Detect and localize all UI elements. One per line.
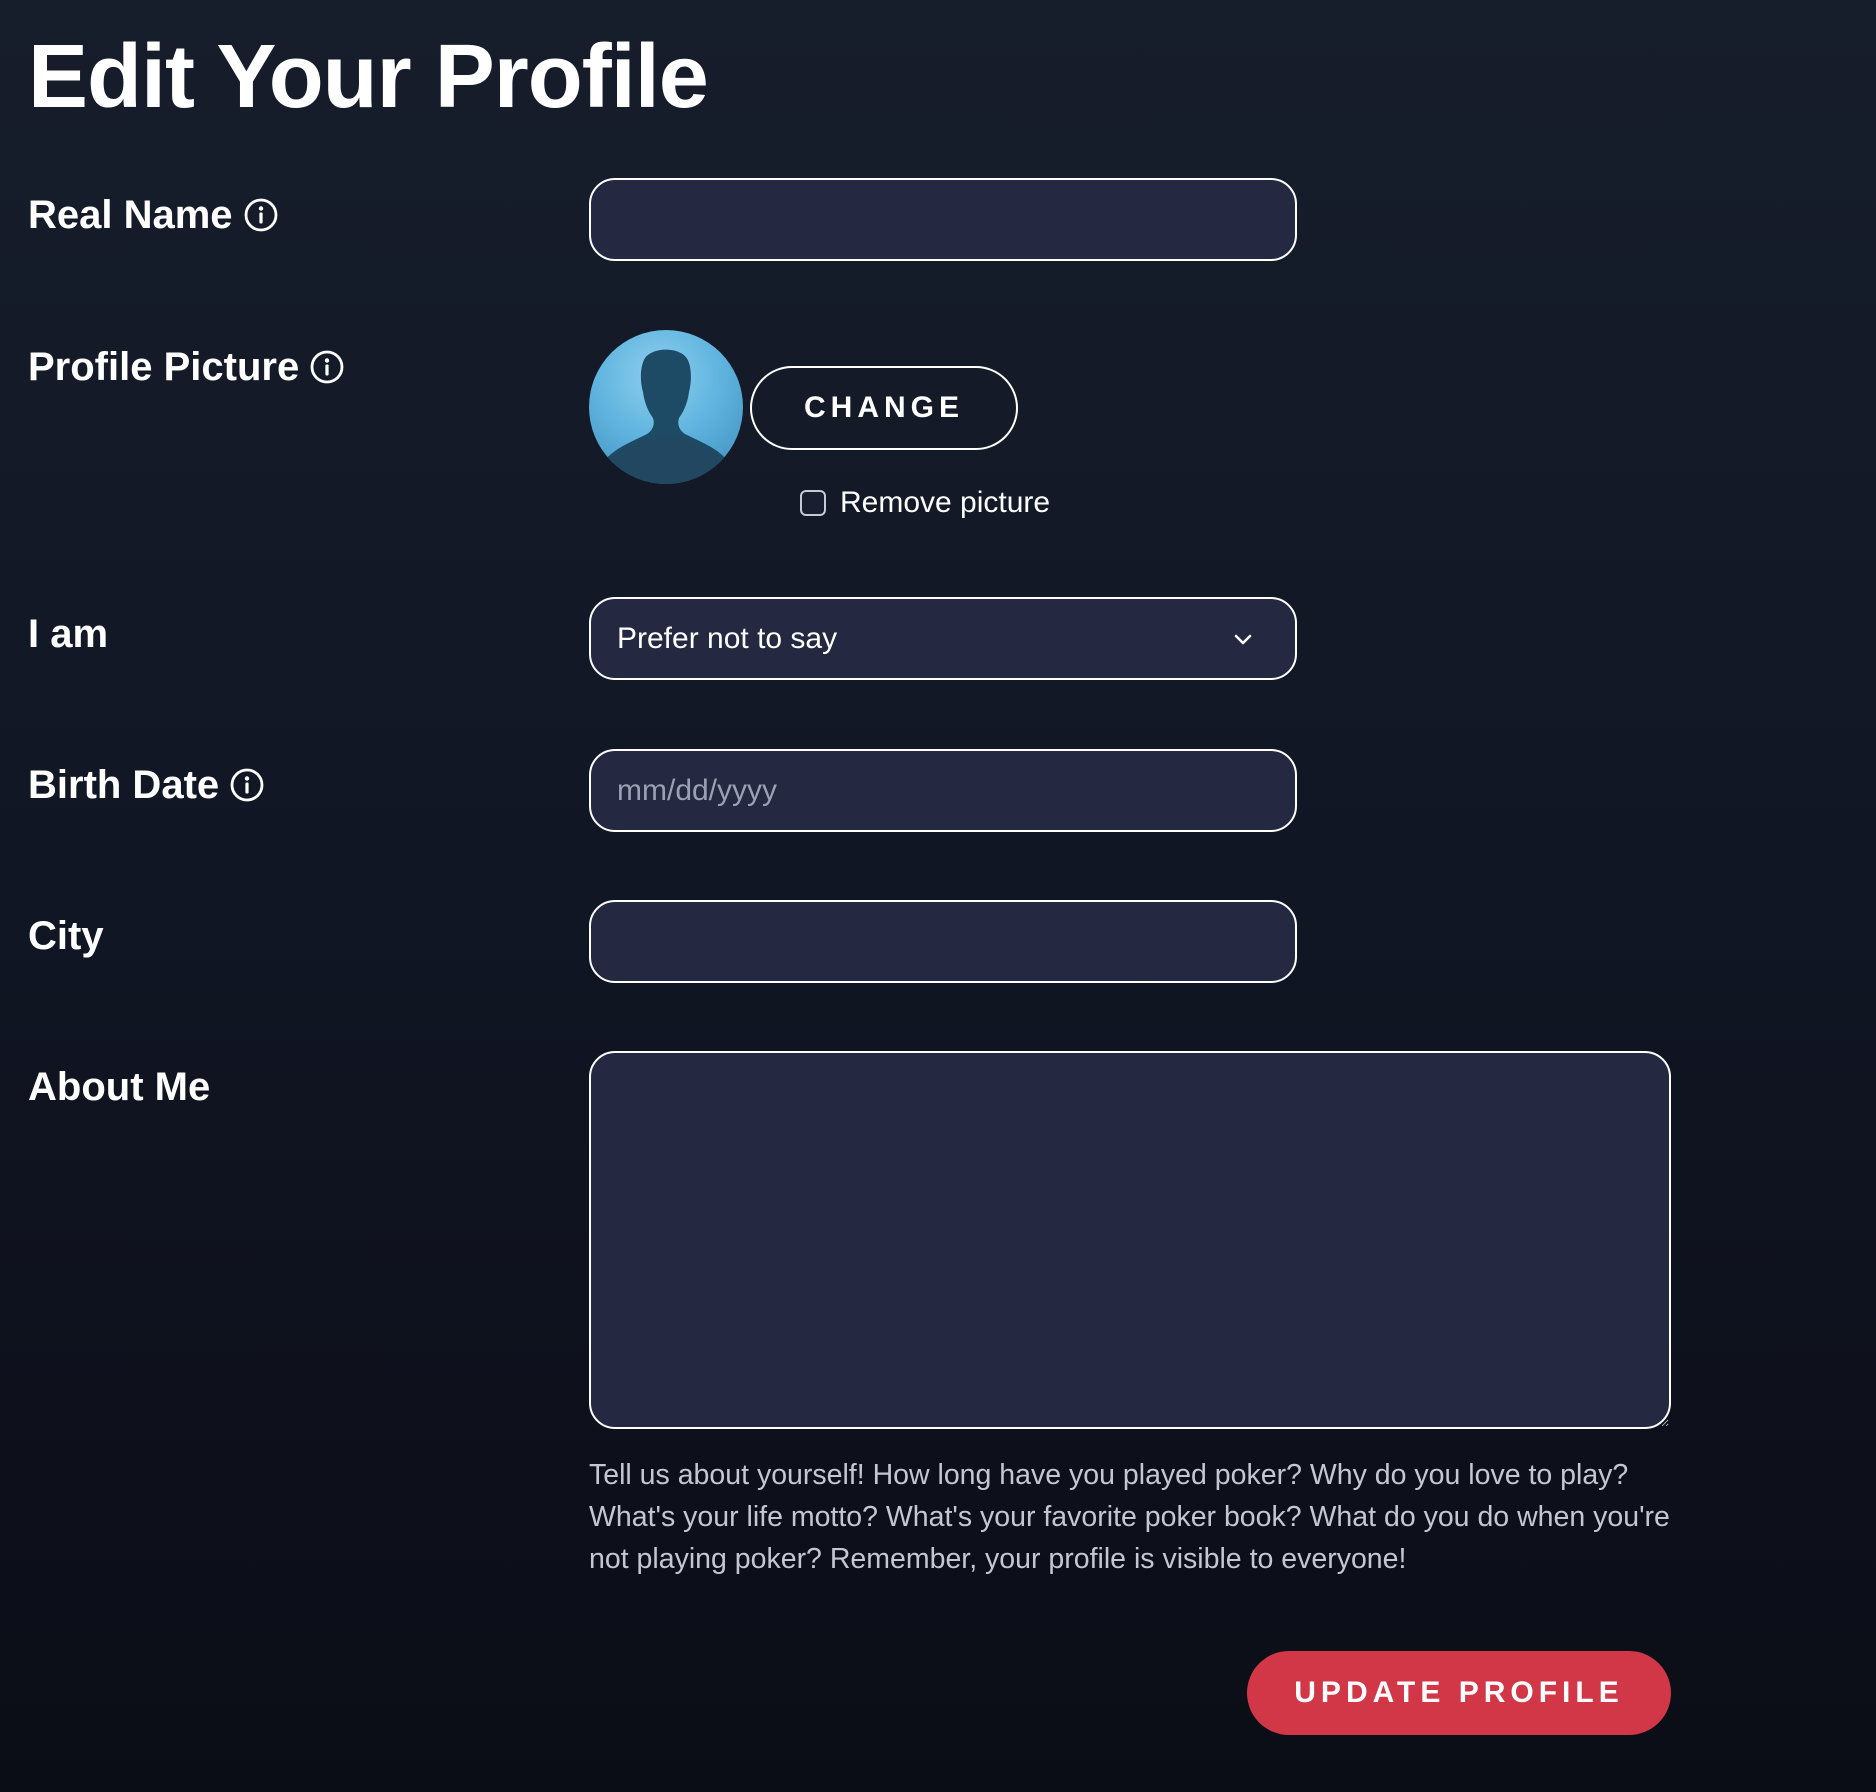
city-input[interactable]	[589, 900, 1297, 983]
city-label: City	[28, 912, 104, 960]
info-icon[interactable]	[243, 197, 279, 233]
about-me-label: About Me	[28, 1063, 210, 1111]
profile-picture-label-text: Profile Picture	[28, 345, 300, 389]
person-silhouette-icon	[605, 349, 727, 484]
city-label-text: City	[28, 914, 104, 958]
about-me-help-text: Tell us about yourself! How long have yo…	[589, 1459, 1670, 1575]
birth-date-label-text: Birth Date	[28, 763, 220, 807]
about-me-label-text: About Me	[28, 1065, 211, 1109]
gender-select-value: Prefer not to say	[617, 621, 838, 655]
profile-picture-label: Profile Picture	[28, 343, 345, 391]
avatar	[589, 330, 743, 484]
change-picture-button[interactable]: CHANGE	[750, 366, 1018, 450]
page-title: Edit Your Profile	[28, 27, 709, 127]
gender-label-text: I am	[28, 612, 109, 656]
birth-date-label: Birth Date	[28, 761, 265, 809]
gender-select[interactable]: Prefer not to say	[589, 597, 1297, 680]
remove-picture-row[interactable]: Remove picture	[800, 486, 1050, 520]
info-icon[interactable]	[309, 349, 345, 385]
birth-date-input[interactable]	[589, 749, 1297, 832]
info-icon[interactable]	[229, 767, 265, 803]
real-name-input[interactable]	[589, 178, 1297, 261]
chevron-down-icon	[1234, 634, 1252, 644]
gender-label: I am	[28, 610, 108, 658]
remove-picture-checkbox[interactable]	[800, 490, 826, 516]
about-me-textarea[interactable]	[589, 1051, 1671, 1429]
real-name-label-text: Real Name	[28, 193, 233, 237]
remove-picture-label[interactable]: Remove picture	[840, 486, 1050, 520]
update-profile-button[interactable]: UPDATE PROFILE	[1247, 1651, 1671, 1735]
real-name-label: Real Name	[28, 191, 279, 239]
